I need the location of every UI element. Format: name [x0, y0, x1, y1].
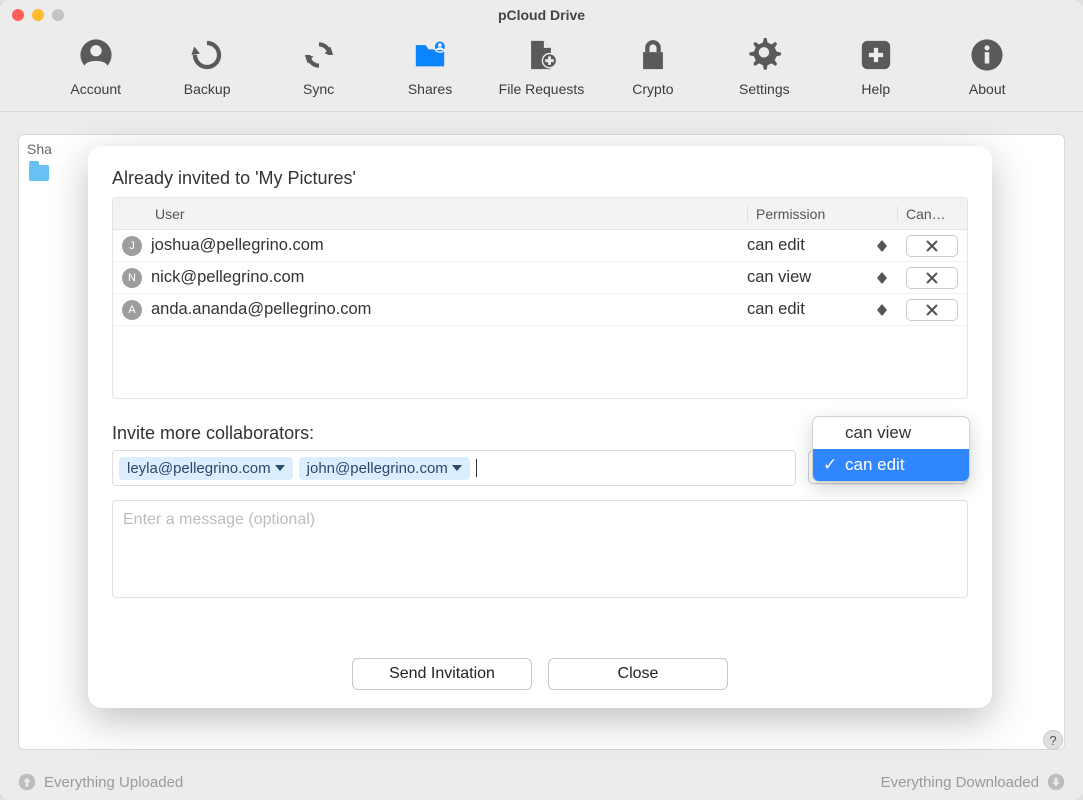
permission-value[interactable]: can edit: [747, 300, 805, 319]
table-header: User Permission Can…: [113, 198, 967, 230]
toolbar-help-label: Help: [861, 81, 890, 97]
toolbar-help[interactable]: Help: [826, 38, 926, 97]
toolbar-about-label: About: [969, 81, 1006, 97]
message-textarea[interactable]: [112, 500, 968, 598]
info-icon: [970, 38, 1004, 75]
folder-icon: [29, 165, 49, 181]
toolbar-account-label: Account: [70, 81, 121, 97]
status-upload-text: Everything Uploaded: [44, 774, 183, 791]
stepper-icon[interactable]: [877, 304, 889, 316]
remove-user-button[interactable]: [906, 299, 958, 321]
avatar: N: [122, 268, 142, 288]
user-email: anda.ananda@pellegrino.com: [151, 300, 747, 319]
status-download-text: Everything Downloaded: [881, 774, 1039, 791]
remove-user-button[interactable]: [906, 267, 958, 289]
col-user[interactable]: User: [151, 206, 747, 222]
toolbar-settings[interactable]: Settings: [714, 38, 814, 97]
toolbar-crypto-label: Crypto: [632, 81, 673, 97]
collaborator-input[interactable]: leyla@pellegrino.com john@pellegrino.com: [112, 450, 796, 486]
table-row[interactable]: N nick@pellegrino.com can view: [113, 262, 967, 294]
window-title: pCloud Drive: [0, 7, 1083, 23]
chip-email: leyla@pellegrino.com: [127, 460, 271, 477]
toolbar-backup-label: Backup: [184, 81, 231, 97]
table-row[interactable]: J joshua@pellegrino.com can edit: [113, 230, 967, 262]
app-window: pCloud Drive Account Backup Sync Shares …: [0, 0, 1083, 800]
dropdown-option[interactable]: can edit: [813, 449, 969, 481]
invited-users-table: User Permission Can… J joshua@pellegrino…: [112, 197, 968, 399]
permission-select-wrap: can edit can viewcan edit: [808, 450, 968, 484]
upload-icon: [18, 773, 36, 791]
permission-value[interactable]: can view: [747, 268, 811, 287]
stepper-icon[interactable]: [877, 272, 889, 284]
text-caret: [476, 459, 477, 477]
toolbar-settings-label: Settings: [739, 81, 790, 97]
check-icon: [823, 455, 837, 475]
close-button[interactable]: Close: [548, 658, 728, 690]
user-email: nick@pellegrino.com: [151, 268, 747, 287]
chevron-down-icon: [275, 463, 285, 473]
toolbar-crypto[interactable]: Crypto: [603, 38, 703, 97]
collaborator-chip[interactable]: john@pellegrino.com: [299, 457, 470, 480]
dialog-title: Already invited to 'My Pictures': [112, 168, 968, 189]
chevron-down-icon: [452, 463, 462, 473]
dropdown-option-label: can view: [845, 423, 911, 443]
send-invitation-button[interactable]: Send Invitation: [352, 658, 532, 690]
stepper-icon[interactable]: [877, 240, 889, 252]
permission-value[interactable]: can edit: [747, 236, 805, 255]
toolbar-backup[interactable]: Backup: [157, 38, 257, 97]
toolbar-about[interactable]: About: [937, 38, 1037, 97]
invite-dialog: Already invited to 'My Pictures' User Pe…: [88, 146, 992, 708]
avatar: J: [122, 236, 142, 256]
toolbar-file-requests[interactable]: File Requests: [491, 38, 591, 97]
download-icon: [1047, 773, 1065, 791]
lock-icon: [636, 38, 670, 75]
toolbar-shares-label: Shares: [408, 81, 452, 97]
remove-user-button[interactable]: [906, 235, 958, 257]
col-permission[interactable]: Permission: [747, 206, 897, 222]
chip-email: john@pellegrino.com: [307, 460, 448, 477]
titlebar: pCloud Drive: [0, 0, 1083, 30]
tab-shares-partial: Sha: [27, 141, 52, 157]
permission-dropdown: can view can edit: [812, 416, 970, 482]
toolbar-sync[interactable]: Sync: [269, 38, 369, 97]
col-cancel[interactable]: Can…: [897, 206, 967, 222]
collaborator-chip[interactable]: leyla@pellegrino.com: [119, 457, 293, 480]
main-toolbar: Account Backup Sync Shares File Requests…: [0, 30, 1083, 112]
history-icon: [190, 38, 224, 75]
avatar: A: [122, 300, 142, 320]
status-bar: Everything Uploaded Everything Downloade…: [0, 764, 1083, 800]
toolbar-account[interactable]: Account: [46, 38, 146, 97]
table-row[interactable]: A anda.ananda@pellegrino.com can edit: [113, 294, 967, 326]
sync-icon: [302, 38, 336, 75]
folder-user-icon: [413, 38, 447, 75]
dropdown-option[interactable]: can view: [813, 417, 969, 449]
help-tip-button[interactable]: ?: [1043, 730, 1063, 750]
user-icon: [79, 38, 113, 75]
file-plus-icon: [524, 38, 558, 75]
user-email: joshua@pellegrino.com: [151, 236, 747, 255]
gear-icon: [747, 38, 781, 75]
toolbar-shares[interactable]: Shares: [380, 38, 480, 97]
toolbar-sync-label: Sync: [303, 81, 334, 97]
dropdown-option-label: can edit: [845, 455, 905, 475]
plus-square-icon: [859, 38, 893, 75]
toolbar-file-requests-label: File Requests: [499, 81, 585, 97]
